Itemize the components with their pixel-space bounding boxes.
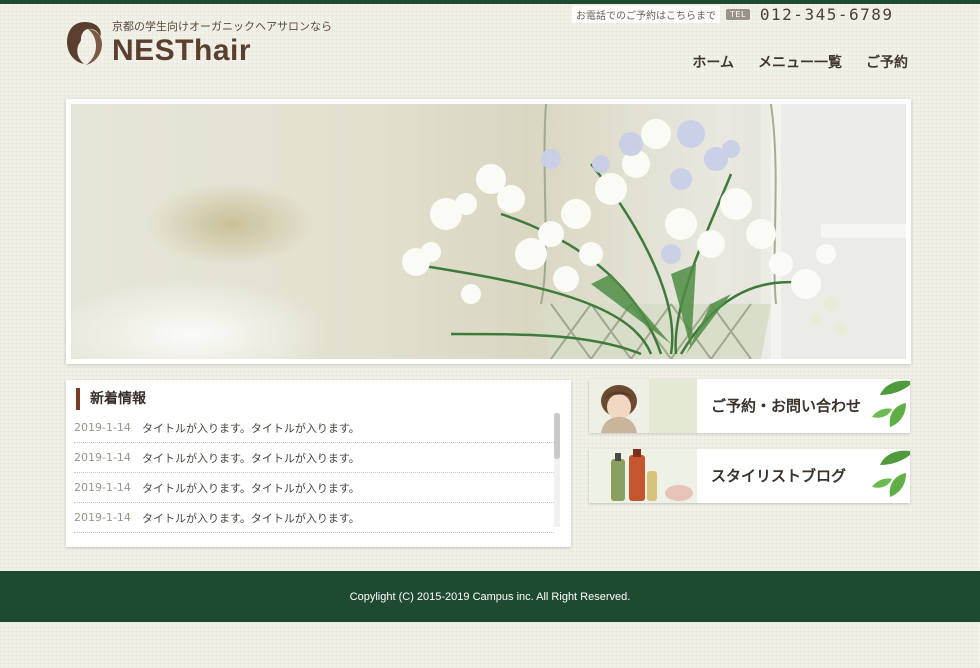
main-nav: ホーム メニュー一覧 ご予約 [692,52,908,72]
nav-item-home[interactable]: ホーム [692,52,734,72]
leaf-icon [872,380,910,427]
news-date: 2019-1-14 [74,421,131,434]
tel-badge: TEL [726,8,750,20]
news-title-link[interactable]: タイトルが入ります。タイトルが入ります。 [142,450,360,466]
news-item[interactable]: 2019-1-14 タイトルが入ります。タイトルが入ります。 [74,473,554,503]
stylist-blog-banner[interactable]: スタイリストブログ [589,449,910,503]
news-item[interactable]: 2019-1-14 タイトルが入ります。タイトルが入ります。 [74,413,554,443]
news-title-link[interactable]: タイトルが入ります。タイトルが入ります。 [142,480,360,496]
nav-item-reservation[interactable]: ご予約 [866,52,908,72]
top-accent-bar [0,0,980,4]
stylist-photo-icon [589,379,697,433]
tagline: 京都の学生向けオーガニックヘアサロンなら [112,20,332,33]
news-item[interactable]: 2019-1-14 タイトルが入ります。タイトルが入ります。 [74,503,554,533]
phone-number: 012-345-6789 [759,4,894,24]
brand-logo-text[interactable]: NESThair [112,34,251,68]
hero-image [71,104,906,359]
reservation-contact-banner[interactable]: ご予約・お問い合わせ [589,379,910,433]
news-heading: 新着情報 [76,388,146,410]
hero-frame [66,99,911,364]
flower-basket-illustration [402,104,906,359]
news-list[interactable]: 2019-1-14 タイトルが入ります。タイトルが入ります。 2019-1-14… [74,413,554,537]
banner-label: スタイリストブログ [711,467,847,485]
site-footer: Copylight (C) 2015-2019 Campus inc. All … [0,571,980,622]
product-bottles-icon [589,449,697,503]
banner-label: ご予約・お問い合わせ [711,397,862,415]
news-item[interactable]: 2019-1-14 タイトルが入ります。タイトルが入ります。 [74,443,554,473]
news-date: 2019-1-14 [74,511,131,524]
news-title-link[interactable]: タイトルが入ります。タイトルが入ります。 [142,510,360,526]
leaf-icon [872,450,910,497]
nav-item-menu[interactable]: メニュー一覧 [758,52,842,72]
news-scrollbar-thumb[interactable] [554,413,560,459]
copyright-text: Copylight (C) 2015-2019 Campus inc. All … [349,590,631,603]
news-date: 2019-1-14 [74,481,131,494]
contact-label: お電話でのご予約はこちらまで [572,5,720,23]
contact-info: お電話でのご予約はこちらまで TEL 012-345-6789 [572,4,894,24]
logo-silhouette-icon [67,22,102,65]
news-title-link[interactable]: タイトルが入ります。タイトルが入ります。 [142,420,360,436]
news-date: 2019-1-14 [74,451,131,464]
news-panel: 新着情報 2019-1-14 タイトルが入ります。タイトルが入ります。 2019… [66,380,571,547]
news-scrollbar[interactable] [554,413,560,527]
